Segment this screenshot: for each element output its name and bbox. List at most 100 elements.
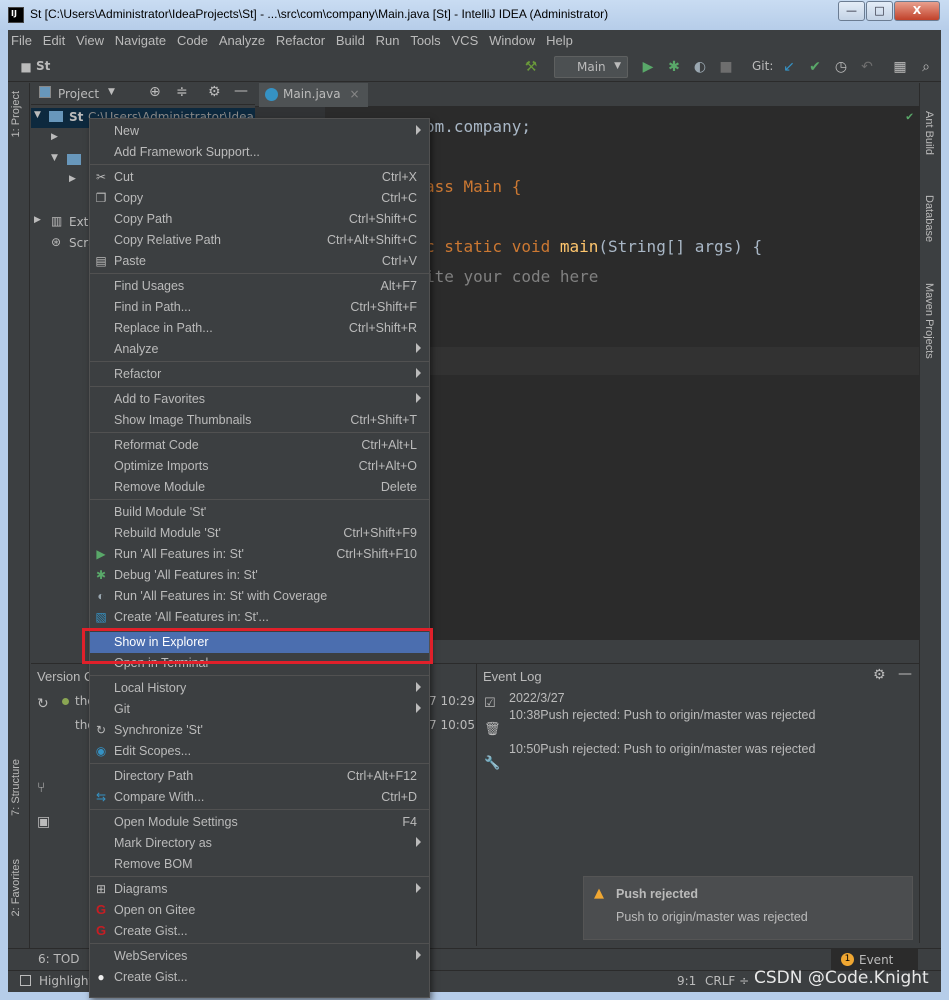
close-button[interactable]: X xyxy=(894,1,940,21)
scroll-from-source-icon[interactable]: ⊕ xyxy=(149,84,161,100)
menu-item-edit-scopes[interactable]: ◉ Edit Scopes... xyxy=(90,741,429,762)
tab-project[interactable]: 1: Project xyxy=(10,91,22,137)
chevron-down-icon[interactable]: ▼ xyxy=(108,87,115,97)
menu-item-cut[interactable]: ✂ Cut Ctrl+X xyxy=(90,167,429,188)
tab-favorites[interactable]: 2: Favorites xyxy=(10,859,22,916)
preview-icon[interactable]: ▣ xyxy=(37,814,50,830)
tree-row-idea[interactable]: ▶ xyxy=(31,130,91,150)
menu-item-find-usages[interactable]: Find Usages Alt+F7 xyxy=(90,276,429,297)
breadcrumb-project[interactable]: St xyxy=(36,59,50,73)
menu-item-reformat-code[interactable]: Reformat Code Ctrl+Alt+L xyxy=(90,435,429,456)
menu-view[interactable]: View xyxy=(73,30,108,48)
menu-item-open-on-gitee[interactable]: G Open on Gitee xyxy=(90,900,429,921)
menu-item-synchronize-st[interactable]: ↻ Synchronize 'St' xyxy=(90,720,429,741)
menu-tools[interactable]: Tools xyxy=(407,30,444,48)
run-config-select[interactable]: Main ▼ xyxy=(554,56,628,78)
search-icon[interactable]: ⌕ xyxy=(918,59,934,75)
project-pane-title[interactable]: Project xyxy=(58,87,99,101)
menu-item-add-framework-support[interactable]: Add Framework Support... xyxy=(90,142,429,163)
mark-read-icon[interactable]: ☑ xyxy=(484,696,496,711)
run-icon: ▶ xyxy=(96,547,106,561)
menu-item-compare-with[interactable]: ⇆ Compare With... Ctrl+D xyxy=(90,787,429,808)
menu-item-local-history[interactable]: Local History xyxy=(90,678,429,699)
menu-run[interactable]: Run xyxy=(373,30,404,48)
menu-item-create-gist[interactable]: ● Create Gist... xyxy=(90,967,429,988)
hide-icon[interactable]: — xyxy=(234,83,248,99)
menu-item-copy[interactable]: ❐ Copy Ctrl+C xyxy=(90,188,429,209)
menu-item-optimize-imports[interactable]: Optimize Imports Ctrl+Alt+O xyxy=(90,456,429,477)
revert-icon[interactable]: ↶ xyxy=(859,59,875,75)
menu-code[interactable]: Code xyxy=(174,30,212,48)
menu-vcs[interactable]: VCS xyxy=(449,30,483,48)
editor-tab-main-java[interactable]: Main.java × xyxy=(259,83,368,107)
project-structure-icon[interactable]: ▦ xyxy=(892,59,908,75)
menu-help[interactable]: Help xyxy=(543,30,577,48)
menu-item-directory-path[interactable]: Directory Path Ctrl+Alt+F12 xyxy=(90,766,429,787)
minimize-button[interactable]: — xyxy=(838,1,865,21)
menu-analyze[interactable]: Analyze xyxy=(216,30,269,48)
menu-item-analyze[interactable]: Analyze xyxy=(90,339,429,360)
menu-item-remove-module[interactable]: Remove Module Delete xyxy=(90,477,429,498)
tab-structure[interactable]: 7: Structure xyxy=(10,759,22,816)
menu-item-paste[interactable]: ▤ Paste Ctrl+V xyxy=(90,251,429,272)
menu-item-copy-path[interactable]: Copy Path Ctrl+Shift+C xyxy=(90,209,429,230)
collapse-all-icon[interactable]: ≑ xyxy=(176,84,188,100)
status-caret-position[interactable]: 9:1 xyxy=(677,974,696,988)
close-tab-icon[interactable]: × xyxy=(349,87,359,101)
menu-item-new[interactable]: New xyxy=(90,121,429,142)
menu-item-run-all-features-in-st-with-coverage[interactable]: ◐ Run 'All Features in: St' with Coverage xyxy=(90,586,429,607)
status-line-separator[interactable]: CRLF ÷ xyxy=(705,974,749,988)
menu-build[interactable]: Build xyxy=(333,30,369,48)
menu-refactor[interactable]: Refactor xyxy=(273,30,329,48)
menu-item-add-to-favorites[interactable]: Add to Favorites xyxy=(90,389,429,410)
tab-maven[interactable]: Maven Projects xyxy=(923,283,935,359)
coverage-icon[interactable]: ◐ xyxy=(692,59,708,75)
debug-icon[interactable]: ✱ xyxy=(666,59,682,75)
menu-window[interactable]: Window xyxy=(486,30,539,48)
tree-row-src[interactable]: ▼ xyxy=(31,151,91,171)
menu-item-open-module-settings[interactable]: Open Module Settings F4 xyxy=(90,812,429,833)
tab-database[interactable]: Database xyxy=(923,195,935,242)
menu-item-mark-directory-as[interactable]: Mark Directory as xyxy=(90,833,429,854)
gear-icon[interactable]: ⚙ xyxy=(873,667,886,683)
git-commit-icon[interactable]: ✔ xyxy=(807,59,823,75)
tab-todo[interactable]: 6: TOD xyxy=(38,952,80,966)
menu-item-remove-bom[interactable]: Remove BOM xyxy=(90,854,429,875)
tab-ant-build[interactable]: Ant Build xyxy=(923,111,935,155)
build-hammer-icon[interactable]: ⚒ xyxy=(523,59,539,75)
menu-item-diagrams[interactable]: ⊞ Diagrams xyxy=(90,879,429,900)
git-update-icon[interactable]: ↙ xyxy=(781,59,797,75)
menu-item-webservices[interactable]: WebServices xyxy=(90,946,429,967)
branch-icon[interactable]: ⑂ xyxy=(37,780,45,796)
menu-item-find-in-path[interactable]: Find in Path... Ctrl+Shift+F xyxy=(90,297,429,318)
menu-item-refactor[interactable]: Refactor xyxy=(90,364,429,385)
coverage-icon: ◐ xyxy=(97,589,105,603)
stop-icon[interactable]: ■ xyxy=(718,59,734,75)
menu-item-copy-relative-path[interactable]: Copy Relative Path Ctrl+Alt+Shift+C xyxy=(90,230,429,251)
menu-navigate[interactable]: Navigate xyxy=(112,30,170,48)
hide-icon[interactable]: — xyxy=(898,666,912,682)
menu-item-rebuild-module-st[interactable]: Rebuild Module 'St' Ctrl+Shift+F9 xyxy=(90,523,429,544)
menu-item-debug-all-features-in-st[interactable]: ✱ Debug 'All Features in: St' xyxy=(90,565,429,586)
toggle-tool-windows-icon[interactable] xyxy=(20,975,31,986)
trash-icon[interactable]: 🗑 xyxy=(484,722,501,737)
event-log-entry-1-time: 10:38 xyxy=(509,708,541,722)
menu-item-show-image-thumbnails[interactable]: Show Image Thumbnails Ctrl+Shift+T xyxy=(90,410,429,431)
history-icon[interactable]: ◷ xyxy=(833,59,849,75)
menu-item-replace-in-path[interactable]: Replace in Path... Ctrl+Shift+R xyxy=(90,318,429,339)
maximize-button[interactable]: □ xyxy=(866,1,893,21)
menu-item-create-all-features-in-st[interactable]: ▧ Create 'All Features in: St'... xyxy=(90,607,429,628)
wrench-icon[interactable]: 🔧 xyxy=(484,756,500,771)
run-icon[interactable]: ▶ xyxy=(640,59,656,75)
menu-item-git[interactable]: Git xyxy=(90,699,429,720)
menu-file[interactable]: File xyxy=(8,30,36,48)
menu-item-run-all-features-in-st[interactable]: ▶ Run 'All Features in: St' Ctrl+Shift+F10 xyxy=(90,544,429,565)
push-rejected-notification[interactable]: ▲ Push rejected Push to origin/master wa… xyxy=(583,876,913,940)
menu-item-create-gist[interactable]: G Create Gist... xyxy=(90,921,429,942)
menu-item-build-module-st[interactable]: Build Module 'St' xyxy=(90,502,429,523)
tree-row-package[interactable]: ▶ xyxy=(31,172,91,192)
menu-separator xyxy=(90,943,429,944)
refresh-icon[interactable]: ↻ xyxy=(37,696,49,712)
menu-edit[interactable]: Edit xyxy=(40,30,69,48)
gear-icon[interactable]: ⚙ xyxy=(208,84,221,100)
